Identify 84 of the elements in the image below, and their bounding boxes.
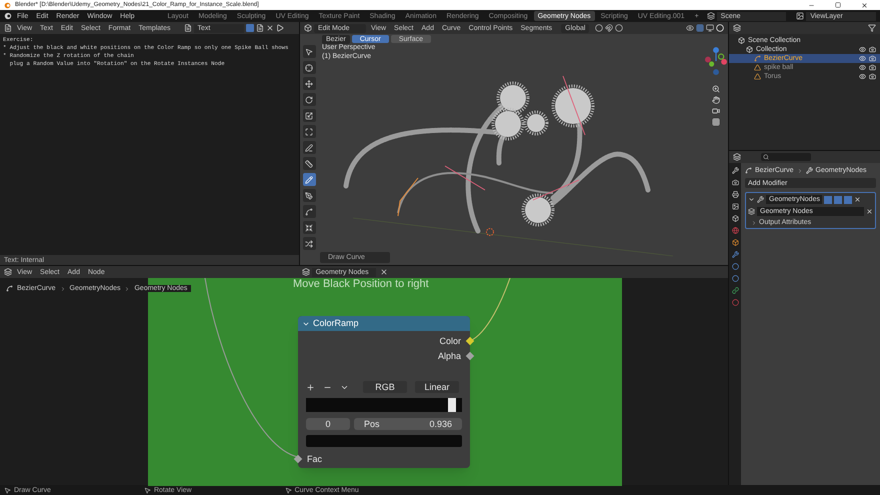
color-mode-dropdown[interactable]: RGB — [363, 381, 407, 393]
scene-icon[interactable] — [706, 12, 715, 20]
tool-icon[interactable] — [732, 167, 738, 174]
snap-icon[interactable] — [605, 24, 614, 32]
modifier-icon[interactable] — [732, 251, 738, 258]
maximize-icon[interactable] — [835, 2, 841, 8]
filter-icon[interactable] — [868, 24, 876, 32]
visibility-icon[interactable] — [859, 64, 866, 71]
field-value: 0.936 — [429, 420, 452, 428]
input-socket-label: Fac — [307, 455, 322, 464]
rotate-icon[interactable] — [302, 93, 316, 106]
color-ramp-node[interactable]: ColorRamp Color Alpha RGB Linear 0 Pos 0.936 Fac — [298, 316, 470, 468]
chevron-icon — [796, 168, 803, 174]
render-icon[interactable] — [869, 46, 876, 53]
stop-index-field[interactable]: 0 — [306, 418, 350, 430]
search-field[interactable] — [761, 153, 811, 161]
render-icon[interactable] — [869, 64, 876, 71]
mouse-middle-icon[interactable] — [144, 486, 151, 494]
crosshair-icon[interactable] — [302, 61, 316, 74]
run-script-icon[interactable] — [276, 24, 284, 32]
collection-icon[interactable] — [746, 46, 753, 53]
hand-icon[interactable] — [712, 96, 720, 104]
xray-icon[interactable] — [706, 24, 714, 32]
file-icon[interactable] — [256, 24, 264, 32]
visibility-icon[interactable] — [859, 46, 866, 53]
chevron-icon — [124, 286, 130, 292]
view-layer-icon[interactable] — [732, 203, 738, 210]
editor-type-icon[interactable] — [304, 24, 312, 32]
spline-icon[interactable] — [302, 205, 316, 218]
overlay-icon[interactable] — [696, 24, 704, 32]
editor-type-icon[interactable] — [4, 24, 12, 32]
pencil-icon[interactable] — [302, 173, 316, 186]
field-label: Pos — [364, 420, 380, 428]
output-icon[interactable] — [732, 191, 738, 198]
search-icon — [763, 154, 769, 160]
chevron-icon — [751, 220, 757, 226]
transform-icon[interactable] — [302, 125, 316, 138]
close-icon[interactable] — [861, 2, 868, 8]
color-ramp-bar[interactable] — [306, 398, 462, 412]
pointer-icon[interactable] — [302, 45, 316, 58]
constraint-icon[interactable] — [732, 287, 738, 294]
scale-icon[interactable] — [302, 109, 316, 122]
editor-type-icon[interactable] — [733, 24, 741, 32]
scene-icon[interactable] — [732, 215, 738, 222]
render-icon[interactable] — [732, 179, 738, 186]
visibility-icon[interactable] — [686, 24, 694, 32]
collection-icon[interactable] — [738, 37, 745, 44]
modifier-icon[interactable] — [757, 196, 764, 203]
visibility-icon[interactable] — [859, 55, 866, 62]
expand-icon[interactable] — [748, 196, 755, 203]
ruler-icon[interactable] — [302, 157, 316, 170]
visibility-icon[interactable] — [859, 73, 866, 80]
ramp-stop-handle[interactable] — [448, 398, 456, 412]
color-swatch[interactable] — [306, 435, 462, 447]
output-socket-label: Alpha — [438, 352, 461, 361]
mouse-left-icon[interactable] — [4, 486, 11, 494]
position-field[interactable]: Pos 0.936 — [354, 418, 462, 430]
view-layer-icon[interactable] — [796, 12, 804, 20]
grid-icon[interactable] — [712, 118, 720, 126]
pen-icon[interactable] — [302, 189, 316, 202]
output-socket-label: Color — [439, 337, 461, 346]
editor-type-icon[interactable] — [733, 153, 741, 161]
node-tree-icon[interactable] — [748, 208, 755, 215]
text-block-icon[interactable] — [184, 24, 192, 32]
annotate-icon[interactable] — [302, 141, 316, 154]
curve-icon[interactable] — [6, 285, 13, 292]
world-icon[interactable] — [732, 227, 738, 234]
zoom-icon[interactable] — [712, 85, 720, 93]
interpolation-dropdown[interactable]: Linear — [415, 381, 459, 393]
curve-icon[interactable] — [745, 167, 752, 174]
shuffle-icon[interactable] — [302, 237, 316, 250]
shrink-icon[interactable] — [302, 221, 316, 234]
add-stop-icon[interactable] — [306, 382, 315, 392]
render-icon[interactable] — [869, 55, 876, 62]
frame-label: Move Black Position to right — [293, 279, 429, 290]
mouse-right-icon[interactable] — [284, 486, 292, 494]
object-icon[interactable] — [732, 239, 738, 246]
render-icon[interactable] — [869, 73, 876, 80]
move-icon[interactable] — [302, 77, 316, 90]
node-title: ColorRamp — [313, 319, 359, 328]
editor-type-icon[interactable] — [4, 268, 12, 276]
camera-icon[interactable] — [712, 107, 720, 115]
node-tree-icon[interactable] — [302, 268, 310, 276]
chevron-icon — [60, 286, 66, 292]
